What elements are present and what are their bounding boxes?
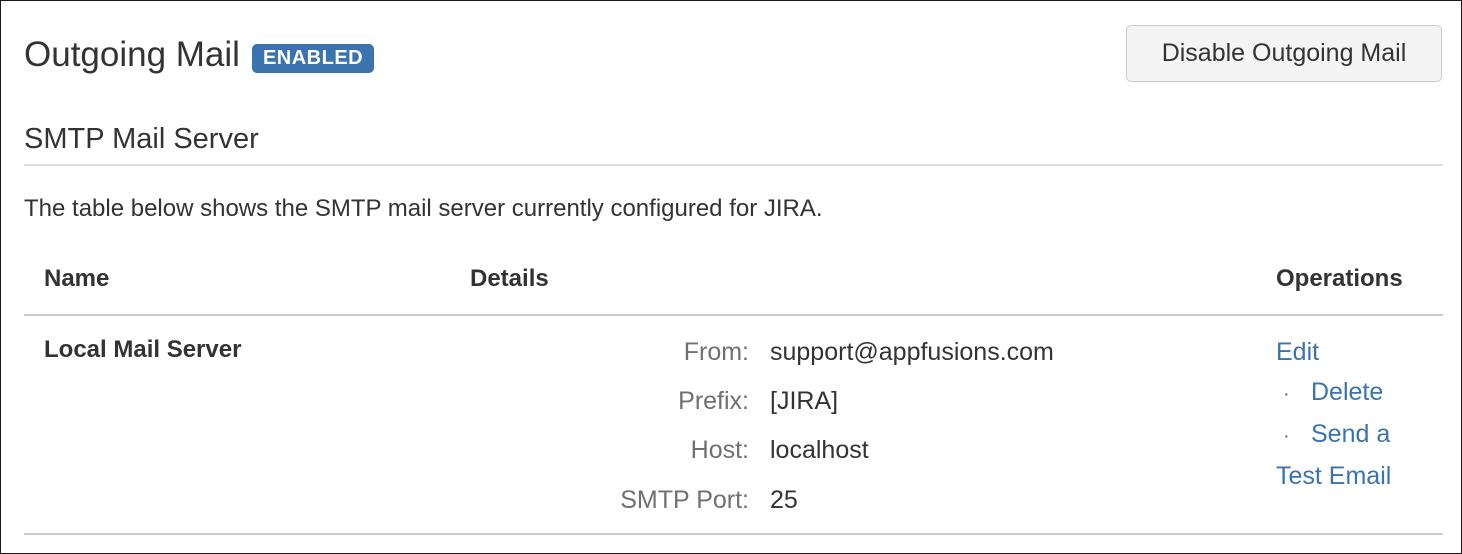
section-title: SMTP Mail Server <box>24 123 259 155</box>
detail-label: SMTP Port: <box>620 486 749 514</box>
delete-link[interactable]: Delete <box>1311 378 1383 406</box>
outgoing-mail-panel: Outgoing Mail ENABLED Disable Outgoing M… <box>0 0 1462 554</box>
detail-label: Prefix: <box>678 387 749 415</box>
send-test-email-link-line2[interactable]: Test Email <box>1276 462 1391 490</box>
separator-dot: · <box>1283 383 1290 405</box>
section-divider <box>24 164 1443 166</box>
detail-row-host: Host: localhost <box>470 433 1170 469</box>
detail-label: From: <box>683 338 749 366</box>
operations-cell: Edit · Delete · Send a Test Email <box>1276 332 1446 496</box>
column-header-name: Name <box>44 265 110 292</box>
disable-outgoing-mail-button[interactable]: Disable Outgoing Mail <box>1126 25 1442 82</box>
column-header-details: Details <box>470 265 549 292</box>
detail-row-from: From: support@appfusions.com <box>470 335 1170 371</box>
table-header-divider <box>24 314 1443 316</box>
column-header-operations: Operations <box>1276 265 1403 292</box>
detail-value: support@appfusions.com <box>770 338 1054 366</box>
detail-row-prefix: Prefix: [JIRA] <box>470 384 1170 420</box>
status-badge: ENABLED <box>251 43 375 73</box>
page-title: Outgoing Mail ENABLED <box>24 33 375 77</box>
section-description: The table below shows the SMTP mail serv… <box>24 195 823 222</box>
page-title-text: Outgoing Mail <box>24 35 240 74</box>
detail-value: localhost <box>770 436 869 464</box>
separator-dot: · <box>1283 425 1290 447</box>
table-bottom-divider <box>24 533 1443 535</box>
send-test-email-link-line1[interactable]: Send a <box>1311 420 1390 448</box>
edit-link[interactable]: Edit <box>1276 338 1319 366</box>
detail-row-smtp-port: SMTP Port: 25 <box>470 483 1170 519</box>
detail-label: Host: <box>690 436 749 464</box>
detail-value: 25 <box>770 486 798 514</box>
mail-server-name: Local Mail Server <box>44 336 242 363</box>
detail-value: [JIRA] <box>770 387 839 415</box>
